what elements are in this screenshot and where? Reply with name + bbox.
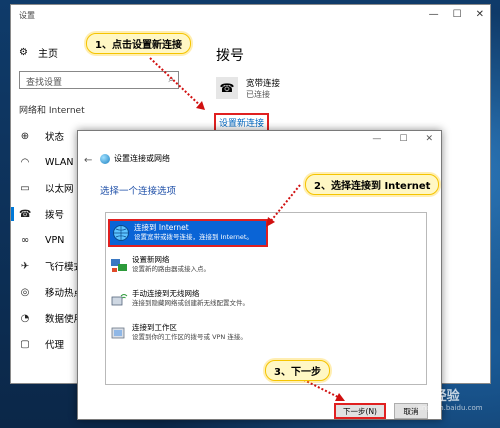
next-button[interactable]: 下一步(N) bbox=[334, 403, 386, 419]
home-link[interactable]: ⚙ 主页 bbox=[19, 45, 58, 60]
back-arrow-icon[interactable]: ← bbox=[84, 155, 92, 166]
step2-callout: 2、选择连接到 Internet bbox=[305, 174, 440, 195]
globe-icon: ⊕ bbox=[20, 130, 30, 142]
settings-titlebar: 设置 — ☐ ✕ bbox=[11, 5, 490, 27]
data-usage-icon: ◔ bbox=[20, 312, 30, 324]
option-desc: 设置新的路由器或接入点。 bbox=[132, 265, 210, 273]
hotspot-icon: ◎ bbox=[20, 286, 30, 298]
option-title: 设置新网络 bbox=[132, 255, 170, 264]
vpn-icon: ∞ bbox=[20, 234, 30, 246]
dialog-heading: 选择一个连接选项 bbox=[100, 186, 177, 197]
maximize-button[interactable]: ☐ bbox=[453, 9, 462, 20]
search-icon: ⌕ bbox=[168, 74, 174, 85]
home-label: 主页 bbox=[37, 49, 58, 60]
airplane-icon: ✈ bbox=[20, 260, 30, 272]
option-connect-internet[interactable]: 连接到 Internet 设置宽带或拨号连接，连接到 Internet。 bbox=[108, 219, 268, 247]
connection-status: 已连接 bbox=[246, 90, 270, 99]
option-desc: 设置到你的工作区的拨号或 VPN 连接。 bbox=[132, 333, 247, 341]
step3-callout: 3、下一步 bbox=[265, 360, 330, 381]
option-manual-wireless[interactable]: 手动连接到无线网络 连接到隐藏网络或创建新无线配置文件。 bbox=[108, 287, 268, 315]
sidebar-item-label: 状态 bbox=[45, 132, 65, 143]
watermark-url: jingyan.baidu.com bbox=[418, 404, 483, 412]
proxy-icon: ▢ bbox=[20, 338, 30, 350]
page-title: 拨号 bbox=[216, 48, 244, 64]
option-workplace[interactable]: 连接到工作区 设置到你的工作区的拨号或 VPN 连接。 bbox=[108, 321, 268, 349]
dialog-titlebar: — ☐ ✕ bbox=[78, 131, 441, 151]
workplace-icon bbox=[111, 327, 125, 339]
minimize-button[interactable]: — bbox=[429, 9, 439, 20]
dialog-minimize-button[interactable]: — bbox=[372, 134, 381, 144]
search-placeholder: 查找设置 bbox=[26, 78, 63, 88]
sidebar-item-label: VPN bbox=[45, 234, 65, 246]
step1-callout: 1、点击设置新连接 bbox=[86, 33, 191, 54]
dialup-icon: ☎ bbox=[19, 208, 32, 220]
dialog-title: 设置连接或网络 bbox=[114, 154, 170, 163]
ethernet-icon: ▭ bbox=[20, 182, 30, 194]
section-label: 网络和 Internet bbox=[19, 106, 85, 116]
broadband-connection[interactable]: ☎ 宽带连接 已连接 bbox=[216, 77, 356, 100]
dialog-title-row: 设置连接或网络 bbox=[100, 153, 170, 164]
dialog-window-controls: — ☐ ✕ bbox=[372, 134, 433, 144]
sidebar-item-label: WLAN bbox=[45, 156, 74, 168]
wifi-icon: ◠ bbox=[20, 156, 30, 168]
dialog-close-button[interactable]: ✕ bbox=[425, 134, 433, 144]
wireless-icon bbox=[111, 294, 128, 306]
option-title: 连接到工作区 bbox=[132, 323, 177, 332]
settings-title: 设置 bbox=[19, 11, 35, 20]
option-desc: 设置宽带或拨号连接，连接到 Internet。 bbox=[134, 233, 253, 241]
sidebar-item-label: 拨号 bbox=[45, 210, 65, 221]
search-input[interactable]: 查找设置 ⌕ bbox=[19, 71, 179, 89]
option-desc: 连接到隐藏网络或创建新无线配置文件。 bbox=[132, 299, 249, 307]
option-title: 手动连接到无线网络 bbox=[132, 289, 200, 298]
gear-icon: ⚙ bbox=[19, 47, 28, 58]
connection-options-list: 连接到 Internet 设置宽带或拨号连接，连接到 Internet。 设置新… bbox=[105, 212, 427, 385]
dialog-maximize-button[interactable]: ☐ bbox=[399, 134, 407, 144]
phone-icon: ☎ bbox=[216, 77, 238, 99]
option-title: 连接到 Internet bbox=[134, 223, 189, 232]
sidebar-item-label: 以太网 bbox=[45, 184, 74, 195]
network-globe-icon bbox=[100, 153, 110, 164]
sidebar-item-label: 代理 bbox=[45, 340, 65, 351]
option-new-network[interactable]: 设置新网络 设置新的路由器或接入点。 bbox=[108, 253, 268, 281]
internet-globe-icon bbox=[113, 225, 129, 241]
close-button[interactable]: ✕ bbox=[476, 9, 484, 20]
connection-name: 宽带连接 bbox=[246, 79, 281, 89]
window-controls: — ☐ ✕ bbox=[429, 9, 484, 20]
new-network-icon bbox=[111, 259, 127, 272]
watermark-logo: Bai 经验 bbox=[406, 389, 460, 404]
